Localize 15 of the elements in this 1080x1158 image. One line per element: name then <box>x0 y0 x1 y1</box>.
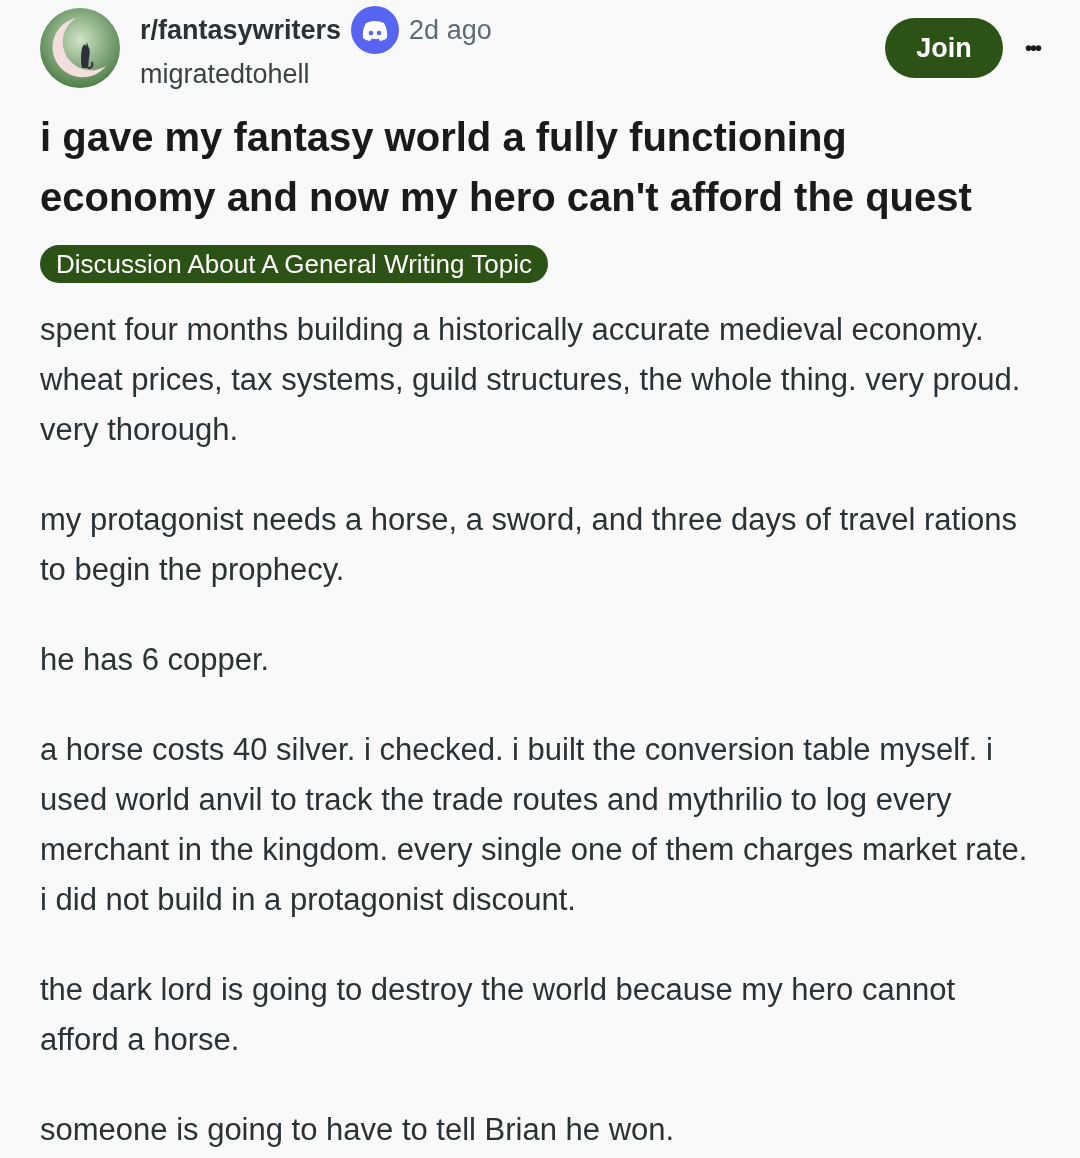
subreddit-name[interactable]: r/fantasywriters <box>140 9 342 51</box>
more-options-button[interactable]: ••• <box>1025 18 1040 78</box>
author-name[interactable]: migratedtohell <box>140 54 885 95</box>
community-avatar[interactable] <box>40 8 120 88</box>
body-paragraph: someone is going to have to tell Brian he won. <box>40 1110 676 1149</box>
join-button[interactable]: Join <box>885 18 1003 78</box>
body-paragraph: a horse costs 40 silver. i checked. i built the conversion table myself. i used world anvil to track the trade routes and mythrilio to log every merchant in the kingdom. every single one of them charges market rate. i did not build in a protagonist discount. <box>40 730 1029 919</box>
body-paragraph: the dark lord is going to destroy the world because my hero cannot afford a horse. <box>40 970 956 1059</box>
discord-icon[interactable] <box>351 6 400 54</box>
body-paragraph: spent four months building a historically accurate medieval economy. wheat prices, tax systems, guild structures, the whole thing. very proud. very thorough. <box>40 310 1022 449</box>
post-flair[interactable]: Discussion About A General Writing Topic <box>40 244 548 283</box>
post-title: i gave my fantasy world a fully functioning economy and now my hero can't afford the quest <box>40 113 973 221</box>
body-paragraph: my protagonist needs a horse, a sword, and three days of travel rations to begin the prophecy. <box>40 500 1019 589</box>
body-paragraph: he has 6 copper. <box>40 640 271 679</box>
post-time: 2d ago <box>409 13 492 47</box>
